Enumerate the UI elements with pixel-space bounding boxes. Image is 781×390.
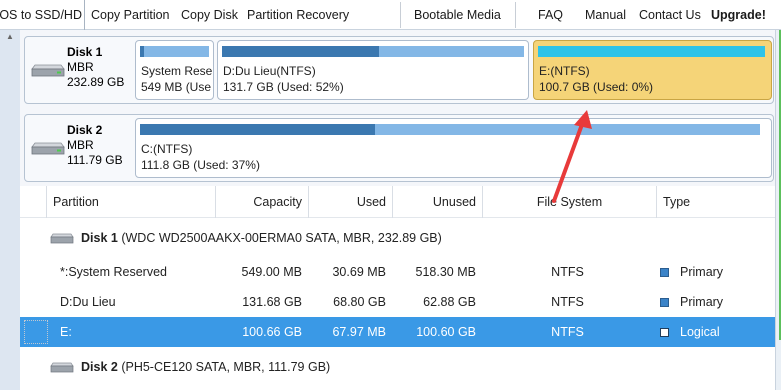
row-unused: 62.88 GB	[423, 295, 476, 309]
disk-style: MBR	[67, 138, 94, 152]
disk-detail: (WDC WD2500AAKX-00ERMA0 SATA, MBR, 232.8…	[121, 231, 442, 245]
used-bar	[140, 124, 375, 135]
row-partition-name: E:	[60, 325, 72, 339]
header-spacer	[20, 186, 46, 218]
row-file-system: NTFS	[551, 265, 584, 279]
partition-label: System Rese 549 MB (Use	[141, 63, 212, 95]
disk-size: 232.89 GB	[67, 75, 125, 89]
header-unused[interactable]: Unused	[392, 186, 482, 218]
disk-label: Disk 2 (PH5-CE120 SATA, MBR, 111.79 GB)	[81, 352, 330, 382]
row-focus-marker	[24, 320, 48, 344]
disk-style: MBR	[67, 60, 94, 74]
partition-table: Partition Capacity Used Unused File Syst…	[20, 186, 775, 390]
partition-usage: 131.7 GB (Used: 52%)	[223, 80, 344, 94]
bootable-media-button[interactable]: Bootable Media	[414, 0, 501, 30]
header-partition[interactable]: Partition	[46, 186, 215, 218]
partition-c[interactable]: C:(NTFS) 111.8 GB (Used: 37%)	[135, 118, 772, 178]
disk-size: 111.79 GB	[67, 153, 123, 167]
partition-d-du-lieu[interactable]: D:Du Lieu(NTFS) 131.7 GB (Used: 52%)	[217, 40, 529, 100]
migrate-os-label: OS to SSD/HD	[0, 8, 82, 22]
partition-title: C:(NTFS)	[141, 142, 193, 156]
row-unused: 100.60 GB	[416, 325, 476, 339]
disk-2-info: Disk 2 MBR 111.79 GB	[67, 123, 123, 168]
faq-link[interactable]: FAQ	[538, 0, 563, 30]
table-disk-row[interactable]: Disk 2 (PH5-CE120 SATA, MBR, 111.79 GB)	[20, 352, 775, 382]
row-type: Primary	[680, 295, 724, 309]
disk-map: Disk 1 MBR 232.89 GB System Rese 549 MB …	[20, 30, 775, 186]
header-capacity[interactable]: Capacity	[215, 186, 308, 218]
usage-bar	[222, 46, 524, 57]
used-bar	[222, 46, 379, 57]
header-type[interactable]: Type	[656, 186, 775, 218]
upgrade-link[interactable]: Upgrade!	[711, 0, 766, 30]
disk-row-2[interactable]: Disk 2 MBR 111.79 GB C:(NTFS) 111.8 GB (…	[24, 114, 774, 182]
partition-e-selected[interactable]: E:(NTFS) 100.7 GB (Used: 0%)	[533, 40, 772, 100]
row-capacity: 549.00 MB	[241, 265, 302, 279]
partition-recovery-button[interactable]: Partition Recovery	[247, 0, 349, 30]
left-scrollbar[interactable]: ▲	[4, 32, 16, 388]
row-capacity: 131.68 GB	[242, 295, 302, 309]
disk-detail: (PH5-CE120 SATA, MBR, 111.79 GB)	[121, 360, 331, 374]
row-type: Logical	[680, 325, 720, 339]
row-used: 67.97 MB	[332, 325, 386, 339]
table-row[interactable]: *:System Reserved 549.00 MB 30.69 MB 518…	[20, 257, 775, 287]
partition-usage: 111.8 GB (Used: 37%)	[141, 158, 260, 172]
table-row[interactable]: D:Du Lieu 131.68 GB 68.80 GB 62.88 GB NT…	[20, 287, 775, 317]
partition-system-reserved[interactable]: System Rese 549 MB (Use	[135, 40, 214, 100]
logical-type-icon	[660, 328, 669, 337]
row-unused: 518.30 MB	[415, 265, 476, 279]
partition-title: System Rese	[141, 64, 213, 78]
contact-us-link[interactable]: Contact Us	[639, 0, 701, 30]
header-file-system[interactable]: File System	[482, 186, 656, 218]
copy-disk-button[interactable]: Copy Disk	[181, 0, 238, 30]
row-file-system: NTFS	[551, 325, 584, 339]
header-used[interactable]: Used	[308, 186, 392, 218]
partition-label: C:(NTFS) 111.8 GB (Used: 37%)	[141, 141, 260, 173]
disk-name: Disk 1	[81, 231, 118, 245]
partition-label: D:Du Lieu(NTFS) 131.7 GB (Used: 52%)	[223, 63, 344, 95]
row-partition-name: D:Du Lieu	[60, 295, 116, 309]
primary-type-icon	[660, 298, 669, 307]
toolbar-separator	[515, 2, 516, 28]
migrate-os-button[interactable]: OS to SSD/HD	[0, 0, 85, 30]
partition-title: E:(NTFS)	[539, 64, 590, 78]
disk-name: Disk 2	[67, 123, 103, 137]
row-used: 30.69 MB	[332, 265, 386, 279]
primary-type-icon	[660, 268, 669, 277]
partition-title: D:Du Lieu(NTFS)	[223, 64, 316, 78]
disk-name: Disk 1	[67, 45, 103, 59]
manual-link[interactable]: Manual	[585, 0, 626, 30]
hard-disk-icon	[31, 142, 65, 155]
table-header: Partition Capacity Used Unused File Syst…	[20, 186, 775, 218]
usage-bar	[140, 46, 209, 57]
partition-usage: 549 MB (Use	[141, 80, 212, 94]
table-row-selected[interactable]: E: 100.66 GB 67.97 MB 100.60 GB NTFS Log…	[20, 317, 775, 347]
disk-name: Disk 2	[81, 360, 118, 374]
hard-disk-icon	[50, 233, 74, 244]
scroll-up-arrow-icon[interactable]: ▲	[6, 32, 14, 41]
disk-row-1[interactable]: Disk 1 MBR 232.89 GB System Rese 549 MB …	[24, 36, 774, 104]
row-partition-name: *:System Reserved	[60, 265, 167, 279]
row-type: Primary	[680, 265, 724, 279]
copy-partition-button[interactable]: Copy Partition	[91, 0, 170, 30]
usage-bar	[140, 124, 760, 135]
disk-1-info: Disk 1 MBR 232.89 GB	[67, 45, 124, 90]
partition-label: E:(NTFS) 100.7 GB (Used: 0%)	[539, 63, 653, 95]
usage-bar	[538, 46, 765, 57]
row-used: 68.80 GB	[333, 295, 386, 309]
toolbar-separator	[400, 2, 401, 28]
row-file-system: NTFS	[551, 295, 584, 309]
hard-disk-icon	[50, 362, 74, 373]
row-capacity: 100.66 GB	[242, 325, 302, 339]
hard-disk-icon	[31, 64, 65, 77]
partition-usage: 100.7 GB (Used: 0%)	[539, 80, 654, 94]
disk-label: Disk 1 (WDC WD2500AAKX-00ERMA0 SATA, MBR…	[81, 223, 442, 253]
toolbar: OS to SSD/HD Copy Partition Copy Disk Pa…	[0, 0, 781, 30]
used-bar	[140, 46, 144, 57]
table-disk-row[interactable]: Disk 1 (WDC WD2500AAKX-00ERMA0 SATA, MBR…	[20, 223, 775, 253]
